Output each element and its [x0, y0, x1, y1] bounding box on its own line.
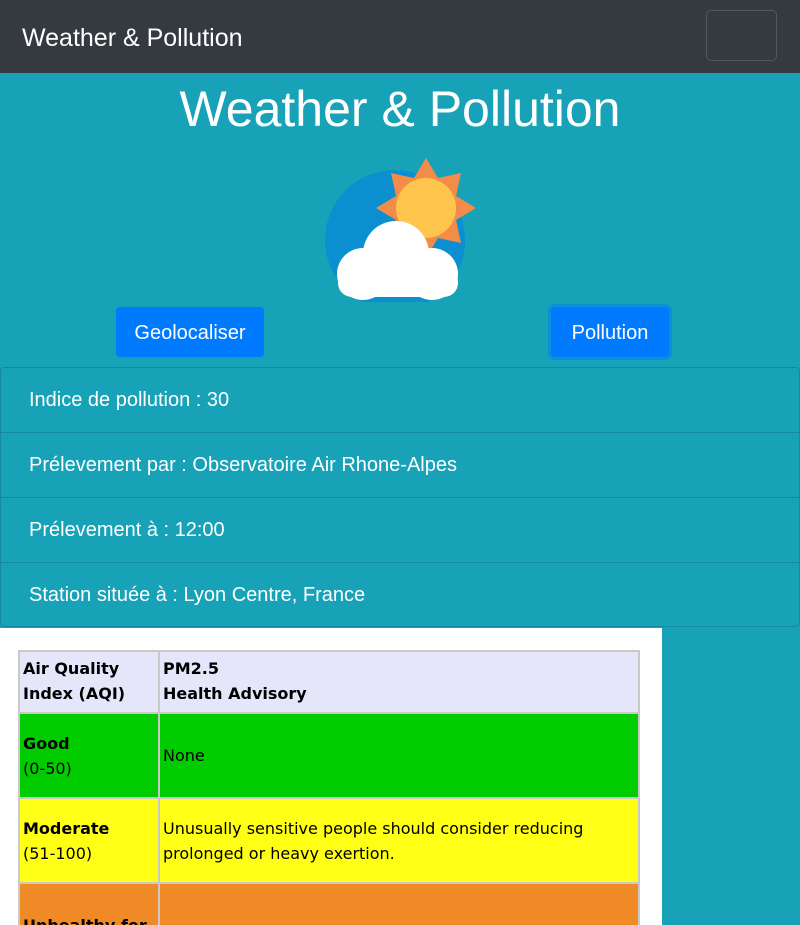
navbar-brand[interactable]: Weather & Pollution — [22, 22, 243, 54]
pollution-info-list: Indice de pollution : 30 Prélevement par… — [0, 367, 800, 627]
advisory-header-line1: PM2.5 — [163, 659, 219, 678]
aqi-legend-image: Air Quality Index (AQI) PM2.5 Health Adv… — [0, 628, 662, 925]
aqi-level-cell: Unhealthy for — [18, 882, 160, 925]
pollution-button[interactable]: Pollution — [551, 307, 669, 357]
weather-logo-icon — [322, 156, 478, 310]
aqi-level-cell: Moderate (51-100) — [18, 797, 160, 884]
aqi-level-cell: Good (0-50) — [18, 712, 160, 799]
sampled-by-item: Prélevement par : Observatoire Air Rhone… — [0, 432, 800, 497]
aqi-header-line1: Air Quality — [23, 659, 120, 678]
aqi-table-header-row: Air Quality Index (AQI) PM2.5 Health Adv… — [18, 650, 640, 714]
aqi-level-label: Unhealthy for — [23, 913, 155, 925]
aqi-header-line2: Index (AQI) — [23, 684, 126, 703]
table-row: Moderate (51-100) Unusually sensitive pe… — [18, 797, 640, 884]
advisory-header-line2: Health Advisory — [163, 684, 307, 703]
navbar: Weather & Pollution — [0, 0, 800, 73]
navbar-toggler-button[interactable] — [706, 10, 777, 61]
station-location-item: Station située à : Lyon Centre, France — [0, 562, 800, 627]
aqi-advisory-cell: None — [158, 712, 640, 799]
aqi-table: Air Quality Index (AQI) PM2.5 Health Adv… — [18, 650, 640, 925]
aqi-level-label: Moderate — [23, 818, 110, 838]
advisory-header-cell: PM2.5 Health Advisory — [158, 650, 640, 714]
aqi-header-cell: Air Quality Index (AQI) — [18, 650, 160, 714]
page-title: Weather & Pollution — [179, 81, 621, 137]
aqi-range-label: (51-100) — [23, 843, 93, 863]
aqi-level-label: Good — [23, 733, 70, 753]
aqi-advisory-cell: Unusually sensitive people should consid… — [158, 797, 640, 884]
aqi-advisory-cell — [158, 882, 640, 925]
pollution-index-item: Indice de pollution : 30 — [0, 367, 800, 432]
table-row: Good (0-50) None — [18, 712, 640, 799]
table-row: Unhealthy for — [18, 882, 640, 925]
geolocate-button[interactable]: Geolocaliser — [116, 307, 264, 357]
sampled-at-item: Prélevement à : 12:00 — [0, 497, 800, 562]
aqi-range-label: (0-50) — [23, 758, 72, 778]
